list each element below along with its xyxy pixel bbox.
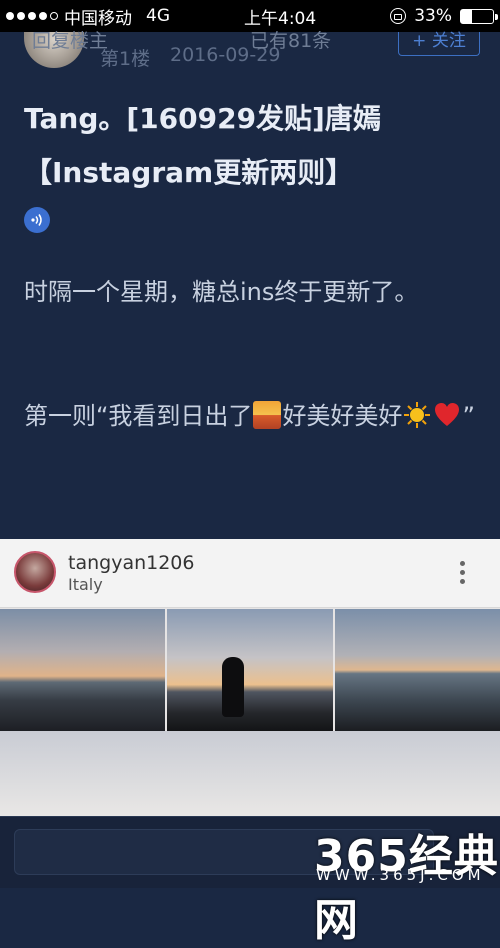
more-options-icon (460, 561, 466, 588)
sunrise-emoji-icon (253, 401, 282, 429)
silhouette-photo (167, 609, 333, 731)
follow-button[interactable]: + 关注 (398, 32, 480, 56)
watermark-url: WWW.365J.COM (316, 866, 485, 884)
heart-emoji-icon (435, 403, 460, 426)
audio-play-icon[interactable] (24, 207, 50, 233)
sunset-photo (0, 609, 166, 731)
instagram-screenshot[interactable]: tangyan1206 Italy (0, 539, 500, 819)
post-paragraph-2: 第一则“我看到日出了 好美好美好 ” (24, 390, 484, 442)
post-paragraph-1: 时隔一个星期，糖总ins终于更新了。 (24, 278, 419, 306)
instagram-location: Italy (68, 575, 103, 594)
post-title: Tang。[160929发贴]唐嫣【Instagram更新两则】 (24, 102, 381, 189)
instagram-username: tangyan1206 (68, 552, 195, 574)
sun-emoji-icon (404, 402, 431, 428)
reply-count: 已有81条 (250, 30, 332, 52)
battery-icon (459, 8, 498, 24)
instagram-avatar (14, 551, 56, 593)
person-silhouette (222, 657, 245, 717)
instagram-photo-continued (0, 731, 500, 819)
clock: 上午4:04 (244, 8, 317, 29)
paragraph-text: ” (462, 402, 475, 430)
reply-placeholder: 回复楼主 (32, 30, 109, 52)
watermark: 365经典网 (314, 831, 499, 946)
seascape-photo (334, 609, 500, 731)
paragraph-text: 第一则“我看到日出了 (24, 402, 253, 430)
instagram-photo-grid (0, 609, 500, 731)
carrier-name: 中国移动 (64, 8, 132, 29)
network-type: 4G (146, 6, 170, 26)
signal-strength-icon (6, 12, 58, 20)
rotation-lock-icon (390, 8, 407, 24)
paragraph-text: 好美好美好 (282, 402, 403, 430)
instagram-post-header: tangyan1206 Italy (0, 539, 500, 608)
battery-percent: 33% (414, 6, 452, 26)
